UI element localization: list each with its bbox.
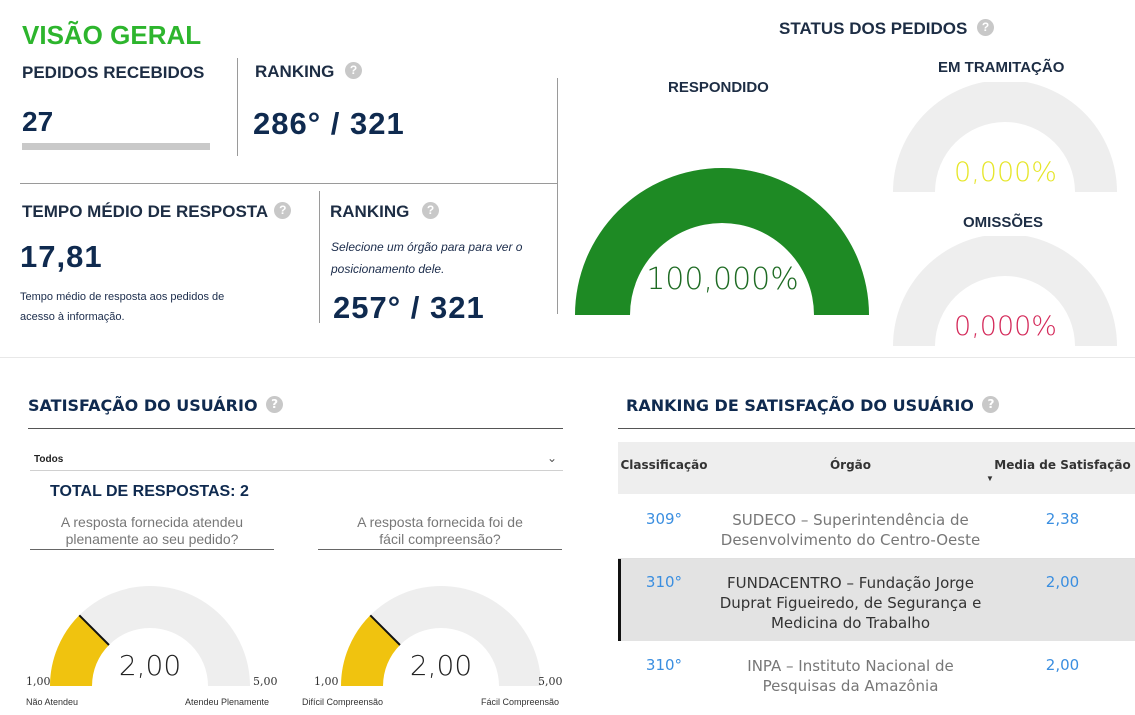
table-header-row: Classificação Órgão Media de Satisfação … xyxy=(618,442,1135,494)
status-header: STATUS DOS PEDIDOS ? xyxy=(779,19,995,39)
ranking2-label: RANKING xyxy=(330,202,410,221)
ranking2-header: RANKING ? xyxy=(330,202,440,222)
question-line: plenamente ao seu pedido? xyxy=(65,531,239,547)
column-header[interactable]: Classificação xyxy=(618,458,710,472)
org-line: Pesquisas da Amazônia xyxy=(762,677,939,695)
gauge-2-left-label: Difícil Compreensão xyxy=(302,697,384,707)
status-title: STATUS DOS PEDIDOS xyxy=(779,19,968,38)
avg-time-desc-line: Tempo médio de resposta aos pedidos de xyxy=(20,291,225,303)
satisfaction-title: SATISFAÇÃO DO USUÁRIO xyxy=(28,396,258,415)
gauge-2-right-label: Fácil Compreensão xyxy=(481,697,560,707)
rank-cell: 310° xyxy=(645,573,683,591)
chevron-down-icon: ⌄ xyxy=(546,451,557,465)
divider xyxy=(618,428,1135,429)
divider xyxy=(237,58,238,156)
gauge-1-left-label: Não Atendeu xyxy=(26,697,79,707)
overview-title: VISÃO GERAL xyxy=(22,20,202,50)
org-line: Duprat Figueiredo, de Segurança e xyxy=(719,594,982,612)
table-row[interactable]: 310° INPA – Instituto Nacional de Pesqui… xyxy=(618,642,1135,702)
gauge-1-max: 5,00 xyxy=(253,675,278,688)
org-cell: SUDECO – Superintendência de Desenvolvim… xyxy=(718,510,983,550)
rank-cell: 309° xyxy=(645,510,683,528)
ranking2-value: 257° / 321 xyxy=(333,290,485,325)
help-icon[interactable]: ? xyxy=(266,396,284,413)
responded-label: RESPONDIDO xyxy=(668,79,769,96)
satisfaction-header: SATISFAÇÃO DO USUÁRIO ? xyxy=(28,396,284,415)
divider xyxy=(557,78,558,314)
in-progress-label: EM TRAMITAÇÃO xyxy=(938,59,1065,76)
ranking-header: RANKING ? xyxy=(255,62,363,82)
question-line: A resposta fornecida atendeu xyxy=(60,514,244,530)
help-icon[interactable]: ? xyxy=(274,202,292,219)
question-2: A resposta fornecida foi de fácil compre… xyxy=(318,514,562,550)
score-cell: 2,00 xyxy=(1045,656,1080,674)
gauge-1-right-label: Atendeu Plenamente xyxy=(185,697,270,707)
ranking-label: RANKING xyxy=(255,62,335,81)
omissions-label: OMISSÕES xyxy=(963,214,1044,231)
avg-time-value: 17,81 xyxy=(20,239,103,274)
avg-time-header: TEMPO MÉDIO DE RESPOSTA ? xyxy=(22,202,292,222)
total-responses: TOTAL DE RESPOSTAS: 2 xyxy=(50,483,249,500)
column-header[interactable]: Media de Satisfação xyxy=(990,458,1135,472)
ranking-satisfaction-header: RANKING DE SATISFAÇÃO DO USUÁRIO ? xyxy=(626,396,1000,415)
org-line: INPA – Instituto Nacional de xyxy=(747,657,954,675)
ranking-value: 286° / 321 xyxy=(253,106,405,141)
received-progress-track xyxy=(22,143,210,150)
received-label: PEDIDOS RECEBIDOS xyxy=(22,63,205,82)
ranking2-hint: Selecione um órgão para para ver o posic… xyxy=(331,236,522,280)
filter-value: Todos xyxy=(34,454,64,465)
section-divider xyxy=(0,357,1135,358)
received-progress-fill xyxy=(22,143,210,150)
gauge-2-min: 1,00 xyxy=(314,675,339,688)
avg-time-description: Tempo médio de resposta aos pedidos de a… xyxy=(20,287,224,327)
org-line: SUDECO – Superintendência de xyxy=(732,511,969,529)
score-cell: 2,38 xyxy=(1045,510,1080,528)
org-cell: FUNDACENTRO – Fundação Jorge Duprat Figu… xyxy=(718,573,983,633)
org-line: FUNDACENTRO – Fundação Jorge xyxy=(727,574,974,592)
ranking2-hint-line: Selecione um órgão para para ver o xyxy=(331,240,523,254)
question-line: fácil compreensão? xyxy=(379,531,501,547)
gauge-2-value: 2,00 xyxy=(409,649,473,682)
in-progress-value: 0,000% xyxy=(954,157,1057,188)
avg-time-label: TEMPO MÉDIO DE RESPOSTA xyxy=(22,202,268,221)
help-icon[interactable]: ? xyxy=(977,19,995,36)
help-icon[interactable]: ? xyxy=(982,396,1000,413)
table-row[interactable]: 309° SUDECO – Superintendência de Desenv… xyxy=(618,494,1135,559)
sort-desc-icon[interactable]: ▼ xyxy=(986,474,994,483)
divider xyxy=(28,428,563,429)
org-line: Desenvolvimento do Centro-Oeste xyxy=(720,531,981,549)
omissions-value: 0,000% xyxy=(954,311,1057,342)
table-row-selected[interactable]: 310° FUNDACENTRO – Fundação Jorge Duprat… xyxy=(618,559,1135,641)
help-icon[interactable]: ? xyxy=(422,202,440,219)
divider xyxy=(20,183,557,184)
ranking-satisfaction-title: RANKING DE SATISFAÇÃO DO USUÁRIO xyxy=(626,396,974,415)
question-line: A resposta fornecida foi de xyxy=(357,514,523,530)
avg-time-desc-line: acesso à informação. xyxy=(20,311,125,323)
score-cell: 2,00 xyxy=(1045,573,1080,591)
filter-dropdown[interactable]: Todos ⌄ xyxy=(30,448,563,471)
question-1: A resposta fornecida atendeu plenamente … xyxy=(30,514,274,550)
divider xyxy=(319,191,320,323)
ranking2-hint-line: posicionamento dele. xyxy=(331,262,445,276)
gauge-2-max: 5,00 xyxy=(538,675,563,688)
responded-value: 100,000% xyxy=(646,262,799,297)
received-value: 27 xyxy=(22,106,54,137)
gauge-1-min: 1,00 xyxy=(26,675,51,688)
column-header[interactable]: Órgão xyxy=(718,458,983,472)
rank-cell: 310° xyxy=(645,656,683,674)
org-line: Medicina do Trabalho xyxy=(770,614,931,632)
org-cell: INPA – Instituto Nacional de Pesquisas d… xyxy=(718,656,983,696)
help-icon[interactable]: ? xyxy=(345,62,363,79)
gauge-1-value: 2,00 xyxy=(118,649,182,682)
